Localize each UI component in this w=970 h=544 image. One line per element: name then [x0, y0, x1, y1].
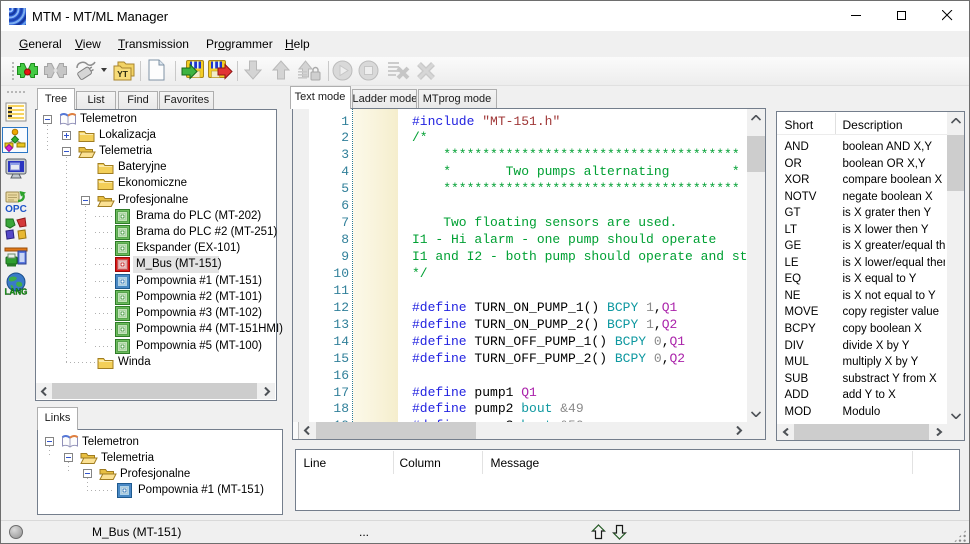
- svg-text:LANG: LANG: [5, 288, 28, 297]
- svg-text:OPC: OPC: [5, 204, 27, 213]
- svg-text:YT: YT: [117, 69, 129, 79]
